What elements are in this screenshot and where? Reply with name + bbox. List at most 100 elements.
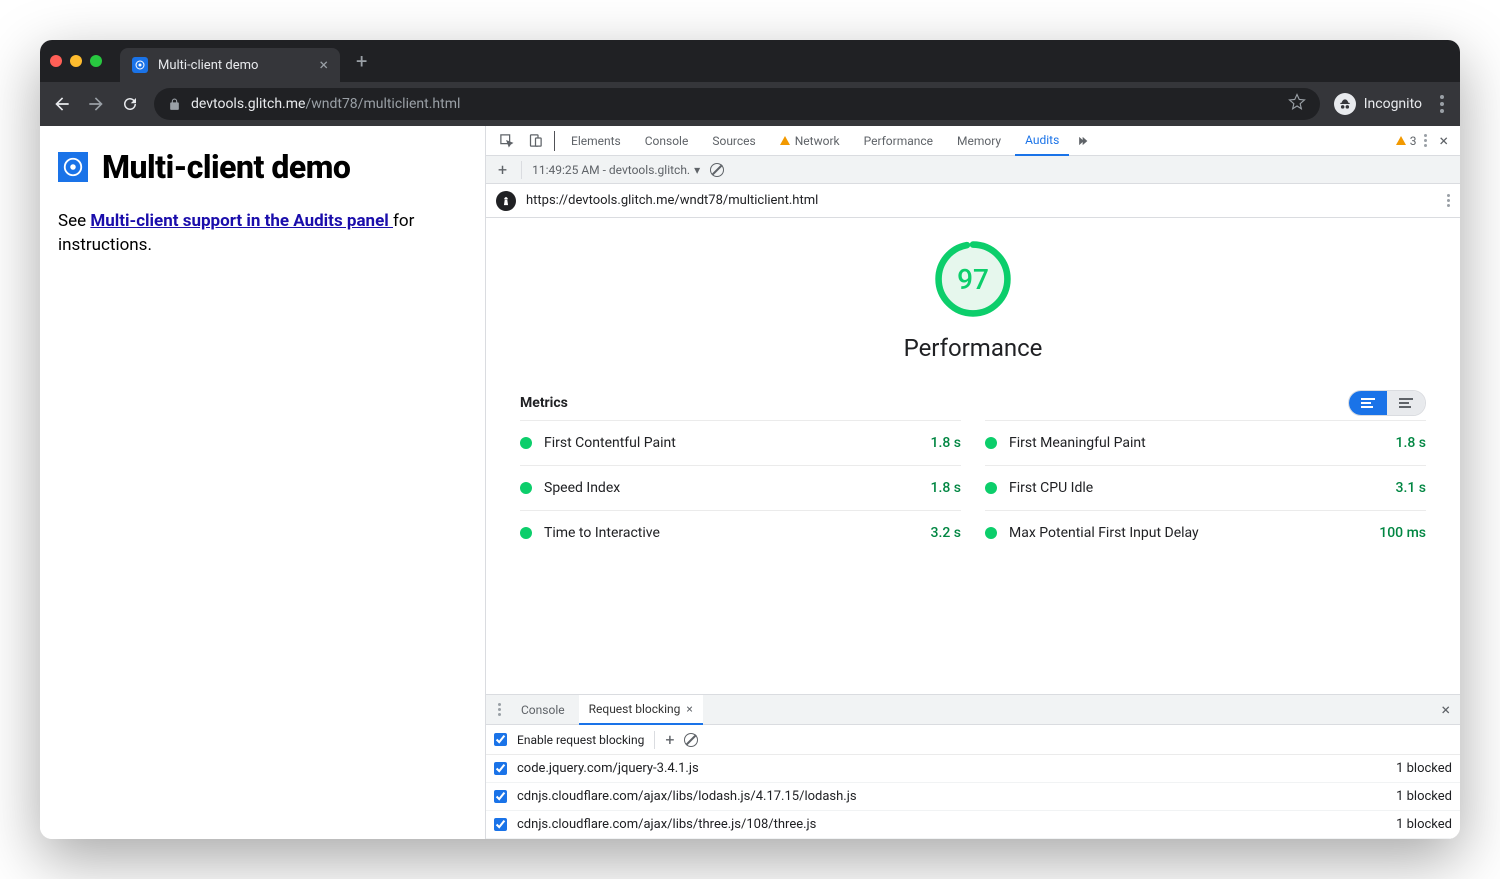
pattern-count: 1 blocked	[1396, 789, 1452, 804]
window-minimize[interactable]	[70, 55, 82, 67]
drawer-tab-console[interactable]: Console	[511, 695, 575, 725]
metrics-grid: First Contentful Paint1.8 s Speed Index 1…	[520, 420, 1426, 555]
audits-toolbar: + 11:49:25 AM - devtools.glitch. ▾	[486, 156, 1460, 184]
drawer-tab-request-blocking[interactable]: Request blocking×	[579, 695, 703, 725]
metric-value: 3.1 s	[1396, 480, 1427, 496]
metrics-view-toggle[interactable]	[1348, 390, 1426, 416]
performance-score: 97	[932, 238, 1014, 320]
pattern-checkbox[interactable]	[494, 790, 507, 803]
tab-network[interactable]: Network	[770, 126, 850, 156]
metric-row: Speed Index 1.8 s	[520, 465, 961, 510]
pattern-count: 1 blocked	[1396, 761, 1452, 776]
window-close[interactable]	[50, 55, 62, 67]
pattern-row[interactable]: code.jquery.com/jquery-3.4.1.js 1 blocked	[486, 755, 1460, 783]
tab-audits[interactable]: Audits	[1015, 126, 1069, 156]
tab-memory[interactable]: Memory	[947, 126, 1011, 156]
warning-count: 3	[1410, 134, 1417, 148]
metric-row: First CPU Idle 3.1 s	[985, 465, 1426, 510]
window-controls	[50, 55, 102, 67]
pattern-url: code.jquery.com/jquery-3.4.1.js	[517, 761, 699, 776]
metric-row: Time to Interactive 3.2 s	[520, 510, 961, 555]
status-dot-icon	[520, 437, 532, 449]
metrics-heading: Metrics	[520, 395, 568, 411]
metric-value: 1.8 s	[931, 480, 962, 496]
audit-report: 97 Performance Metrics First Contentful …	[486, 218, 1460, 694]
metric-name: Time to Interactive	[544, 525, 919, 541]
performance-gauge: 97	[932, 238, 1014, 320]
tab-close-icon[interactable]: ×	[686, 702, 692, 716]
warning-badge[interactable]: 3	[1396, 134, 1417, 148]
drawer-menu-button[interactable]	[492, 703, 507, 716]
window-maximize[interactable]	[90, 55, 102, 67]
tab-elements[interactable]: Elements	[561, 126, 631, 156]
pattern-url: cdnjs.cloudflare.com/ajax/libs/three.js/…	[517, 817, 816, 832]
incognito-icon	[1334, 93, 1356, 115]
browser-window: Multi-client demo × + devtools.glitch.me…	[40, 40, 1460, 839]
enable-blocking-label: Enable request blocking	[517, 733, 644, 747]
warning-icon	[780, 136, 790, 145]
metric-value: 3.2 s	[931, 525, 962, 541]
blocked-patterns-list: code.jquery.com/jquery-3.4.1.js 1 blocked…	[486, 755, 1460, 839]
new-tab-button[interactable]: +	[348, 49, 375, 73]
status-dot-icon	[520, 527, 532, 539]
status-dot-icon	[985, 527, 997, 539]
dropdown-caret-icon: ▾	[694, 163, 700, 177]
tab-performance[interactable]: Performance	[854, 126, 943, 156]
enable-blocking-checkbox[interactable]	[494, 733, 507, 746]
pattern-count: 1 blocked	[1396, 817, 1452, 832]
nav-reload-button[interactable]	[120, 94, 140, 114]
tab-sources[interactable]: Sources	[702, 126, 765, 156]
pattern-row[interactable]: cdnjs.cloudflare.com/ajax/libs/lodash.js…	[486, 783, 1460, 811]
inspect-element-icon[interactable]	[494, 129, 519, 152]
warning-icon	[1396, 136, 1406, 145]
clear-audits-icon[interactable]	[710, 163, 724, 177]
incognito-indicator[interactable]: Incognito	[1334, 93, 1422, 115]
add-pattern-button[interactable]: +	[665, 730, 674, 749]
view-toggle-expanded-icon[interactable]	[1387, 391, 1425, 415]
audit-url: https://devtools.glitch.me/wndt78/multic…	[526, 193, 1437, 208]
audit-run-dropdown[interactable]: 11:49:25 AM - devtools.glitch. ▾	[532, 163, 700, 177]
page-body-link[interactable]: Multi-client support in the Audits panel	[90, 211, 393, 231]
address-bar[interactable]: devtools.glitch.me/wndt78/multiclient.ht…	[154, 88, 1320, 120]
blocking-toolbar: Enable request blocking +	[486, 725, 1460, 755]
metric-name: First Meaningful Paint	[1009, 435, 1384, 451]
nav-back-button[interactable]	[52, 94, 72, 114]
pattern-row[interactable]: cdnjs.cloudflare.com/ajax/libs/three.js/…	[486, 811, 1460, 839]
metric-value: 1.8 s	[1396, 435, 1427, 451]
tab-console[interactable]: Console	[635, 126, 699, 156]
page-logo-icon	[58, 152, 88, 182]
metric-name: Speed Index	[544, 480, 919, 496]
audit-url-bar: https://devtools.glitch.me/wndt78/multic…	[486, 184, 1460, 218]
pattern-checkbox[interactable]	[494, 762, 507, 775]
bookmark-star-icon[interactable]	[1288, 93, 1306, 115]
metric-row: First Meaningful Paint 1.8 s	[985, 420, 1426, 465]
browser-tab[interactable]: Multi-client demo ×	[120, 48, 340, 82]
clear-patterns-icon[interactable]	[684, 733, 698, 747]
metric-name: First CPU Idle	[1009, 480, 1384, 496]
drawer-close-button[interactable]: ×	[1437, 700, 1454, 719]
metric-row: First Contentful Paint1.8 s	[520, 420, 961, 465]
content-area: Multi-client demo See Multi-client suppo…	[40, 126, 1460, 839]
new-audit-button[interactable]: +	[494, 160, 511, 179]
lighthouse-icon	[496, 191, 516, 211]
devtools-menu-button[interactable]	[1424, 134, 1427, 147]
device-toolbar-icon[interactable]	[523, 129, 548, 152]
tab-close-icon[interactable]: ×	[319, 57, 328, 73]
devtools-tabbar: Elements Console Sources Network Perform…	[486, 126, 1460, 156]
drawer-tabbar: Console Request blocking× ×	[486, 695, 1460, 725]
devtools-close-button[interactable]: ×	[1435, 131, 1452, 150]
pattern-url: cdnjs.cloudflare.com/ajax/libs/lodash.js…	[517, 789, 857, 804]
more-tabs-icon[interactable]	[1073, 130, 1097, 152]
chrome-menu-button[interactable]	[1436, 91, 1448, 117]
metric-value: 1.8 s	[931, 435, 962, 451]
nav-forward-button[interactable]	[86, 94, 106, 114]
audit-menu-button[interactable]	[1447, 194, 1450, 207]
metric-name: Max Potential First Input Delay	[1009, 525, 1367, 541]
pattern-checkbox[interactable]	[494, 818, 507, 831]
metric-value: 100 ms	[1379, 525, 1426, 541]
page-title: Multi-client demo	[102, 148, 350, 186]
view-toggle-compact-icon[interactable]	[1349, 391, 1387, 415]
tabstrip: Multi-client demo × +	[40, 40, 1460, 82]
favicon-icon	[132, 57, 148, 73]
browser-toolbar: devtools.glitch.me/wndt78/multiclient.ht…	[40, 82, 1460, 126]
